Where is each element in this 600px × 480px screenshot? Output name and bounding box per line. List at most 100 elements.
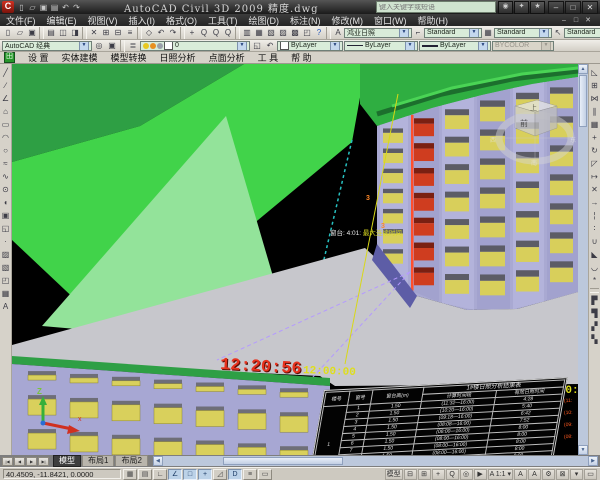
array-icon[interactable]: ▦ bbox=[589, 118, 600, 131]
menu-item[interactable]: 工具(T) bbox=[208, 14, 238, 27]
markup-set-manager-icon[interactable]: ▩ bbox=[289, 27, 301, 39]
annotation-visibility-icon[interactable]: A bbox=[514, 469, 527, 480]
plugin-menu-item[interactable]: 设 置 bbox=[28, 51, 49, 64]
undo-icon[interactable]: ↶ bbox=[60, 2, 71, 13]
dim-style-icon[interactable]: ⌐ bbox=[412, 27, 424, 39]
text-style-dropdown[interactable]: 鸿业日照 ▼ bbox=[344, 28, 412, 38]
chamfer-icon[interactable]: ◣ bbox=[589, 248, 600, 261]
qnew-icon[interactable]: ▯ bbox=[16, 2, 27, 13]
tab-model[interactable]: 模型 bbox=[53, 455, 81, 467]
dropdown-arrow-icon[interactable]: ▼ bbox=[405, 41, 415, 51]
erase-icon[interactable]: ◺ bbox=[589, 66, 600, 79]
tab-nav-last[interactable]: ▶| bbox=[38, 457, 49, 466]
toggle-polar[interactable]: ∠ bbox=[168, 469, 182, 480]
scroll-right-icon[interactable]: ▶ bbox=[588, 456, 598, 466]
workspace-settings-icon[interactable]: ◎ bbox=[93, 40, 105, 52]
menu-item[interactable]: 文件(F) bbox=[6, 14, 36, 27]
zoom-previous-icon[interactable]: Q bbox=[222, 27, 234, 39]
dim-style-dropdown[interactable]: Standard ▼ bbox=[424, 28, 482, 38]
menu-item[interactable]: 格式(O) bbox=[166, 14, 197, 27]
menu-item[interactable]: 帮助(H) bbox=[418, 14, 449, 27]
plugin-menu-item[interactable]: 模型转换 bbox=[111, 51, 147, 64]
plot-preview-icon[interactable]: ◫ bbox=[57, 27, 69, 39]
zoom-icon[interactable]: Q bbox=[446, 469, 459, 480]
lineweight-dropdown[interactable]: ByLayer ▼ bbox=[419, 41, 491, 51]
menu-item[interactable]: 绘图(D) bbox=[249, 14, 280, 27]
viewcube-east-label[interactable]: 东 bbox=[570, 136, 576, 144]
viewcube-west-label[interactable]: 西 bbox=[490, 137, 496, 144]
viewcube-south-label[interactable]: 南 bbox=[531, 159, 537, 167]
table-icon[interactable]: ▦ bbox=[0, 287, 11, 300]
zoom-window-icon[interactable]: Q bbox=[210, 27, 222, 39]
tab-nav-prev[interactable]: ◀ bbox=[14, 457, 25, 466]
extend-icon[interactable]: → bbox=[589, 196, 600, 209]
plugin-menu-item[interactable]: 日照分析 bbox=[160, 51, 196, 64]
toggle-dyn[interactable]: D bbox=[228, 469, 242, 480]
move-icon[interactable]: + bbox=[589, 131, 600, 144]
dropdown-arrow-icon[interactable]: ▼ bbox=[237, 41, 247, 51]
ellipse-icon[interactable]: ⊙ bbox=[0, 183, 11, 196]
scale-icon[interactable]: ◸ bbox=[589, 157, 600, 170]
paste-icon[interactable]: ⊟ bbox=[112, 27, 124, 39]
block-editor-icon[interactable]: ◇ bbox=[143, 27, 155, 39]
stretch-icon[interactable]: ↦ bbox=[589, 170, 600, 183]
draworder-front-icon[interactable]: ▛ bbox=[589, 294, 600, 307]
rotate-icon[interactable]: ↻ bbox=[589, 144, 600, 157]
horizontal-scroll-thumb[interactable] bbox=[223, 457, 343, 465]
explode-icon[interactable]: * bbox=[589, 274, 600, 287]
dropdown-arrow-icon[interactable]: ▼ bbox=[79, 41, 89, 51]
show-motion-icon[interactable]: ▶ bbox=[474, 469, 487, 480]
infocenter-search-input[interactable] bbox=[377, 4, 495, 11]
zoom-realtime-icon[interactable]: Q bbox=[198, 27, 210, 39]
polygon-icon[interactable]: ⌂ bbox=[0, 105, 11, 118]
layer-previous-icon[interactable]: ↶ bbox=[264, 40, 276, 52]
color-dropdown[interactable]: ByLayer ▼ bbox=[277, 41, 343, 51]
menu-item[interactable]: 插入(I) bbox=[129, 14, 156, 27]
construction-line-icon[interactable]: ∕ bbox=[0, 79, 11, 92]
tab-nav-next[interactable]: ▶ bbox=[26, 457, 37, 466]
toggle-otrack[interactable]: + bbox=[198, 469, 212, 480]
help-icon[interactable]: ? bbox=[313, 27, 325, 39]
linetype-dropdown[interactable]: ByLayer ▼ bbox=[344, 41, 418, 51]
multiline-text-icon[interactable]: A bbox=[0, 300, 11, 313]
menu-item[interactable]: 标注(N) bbox=[290, 14, 321, 27]
annotation-scale-button[interactable]: A 1:1 ▾ bbox=[488, 469, 513, 480]
text-style-icon[interactable]: A bbox=[332, 27, 344, 39]
mleader-style-dropdown[interactable]: Standard ▼ bbox=[564, 28, 600, 38]
tool-palettes-icon[interactable]: ▧ bbox=[265, 27, 277, 39]
search-icon[interactable]: ◉ bbox=[498, 1, 513, 14]
fillet-icon[interactable]: ◡ bbox=[589, 261, 600, 274]
pan-icon[interactable]: + bbox=[432, 469, 445, 480]
close-button[interactable]: ✕ bbox=[582, 1, 598, 14]
properties-icon[interactable]: ▥ bbox=[241, 27, 253, 39]
line-icon[interactable]: ╱ bbox=[0, 66, 11, 79]
tray-arrow-icon[interactable]: ▾ bbox=[570, 469, 583, 480]
viewcube-top-label[interactable]: 上 bbox=[530, 103, 537, 112]
break-at-point-icon[interactable]: ¦ bbox=[589, 209, 600, 222]
publish-icon[interactable]: ◨ bbox=[69, 27, 81, 39]
quick-view-drawings-icon[interactable]: ⊞ bbox=[418, 469, 431, 480]
rectangle-icon[interactable]: ▭ bbox=[0, 118, 11, 131]
break-icon[interactable]: ∶ bbox=[589, 222, 600, 235]
trim-icon[interactable]: ✕ bbox=[589, 183, 600, 196]
save-workspace-icon[interactable]: ▣ bbox=[106, 40, 118, 52]
circle-icon[interactable]: ○ bbox=[0, 144, 11, 157]
model-space-icon[interactable]: 模型 bbox=[385, 469, 403, 480]
dropdown-arrow-icon[interactable]: ▼ bbox=[539, 28, 549, 38]
scroll-left-icon[interactable]: ◀ bbox=[153, 456, 163, 466]
steering-wheel-icon[interactable]: ◎ bbox=[460, 469, 473, 480]
doc-restore-button[interactable]: □ bbox=[570, 16, 582, 25]
annotation-auto-icon[interactable]: A bbox=[528, 469, 541, 480]
viewcube-front-label[interactable]: 前 bbox=[520, 118, 528, 128]
menu-item[interactable]: 修改(M) bbox=[332, 14, 364, 27]
table-style-dropdown[interactable]: Standard ▼ bbox=[494, 28, 552, 38]
toggle-ortho[interactable]: ∟ bbox=[153, 469, 167, 480]
join-icon[interactable]: ∪ bbox=[589, 235, 600, 248]
redo-icon[interactable]: ↷ bbox=[167, 27, 179, 39]
designcenter-icon[interactable]: ▦ bbox=[253, 27, 265, 39]
favorites-icon[interactable]: ★ bbox=[530, 1, 545, 14]
redo-icon[interactable]: ↷ bbox=[71, 2, 82, 13]
cut-icon[interactable]: ✕ bbox=[88, 27, 100, 39]
menu-item[interactable]: 窗口(W) bbox=[374, 14, 407, 27]
open-icon[interactable]: ▱ bbox=[27, 2, 38, 13]
